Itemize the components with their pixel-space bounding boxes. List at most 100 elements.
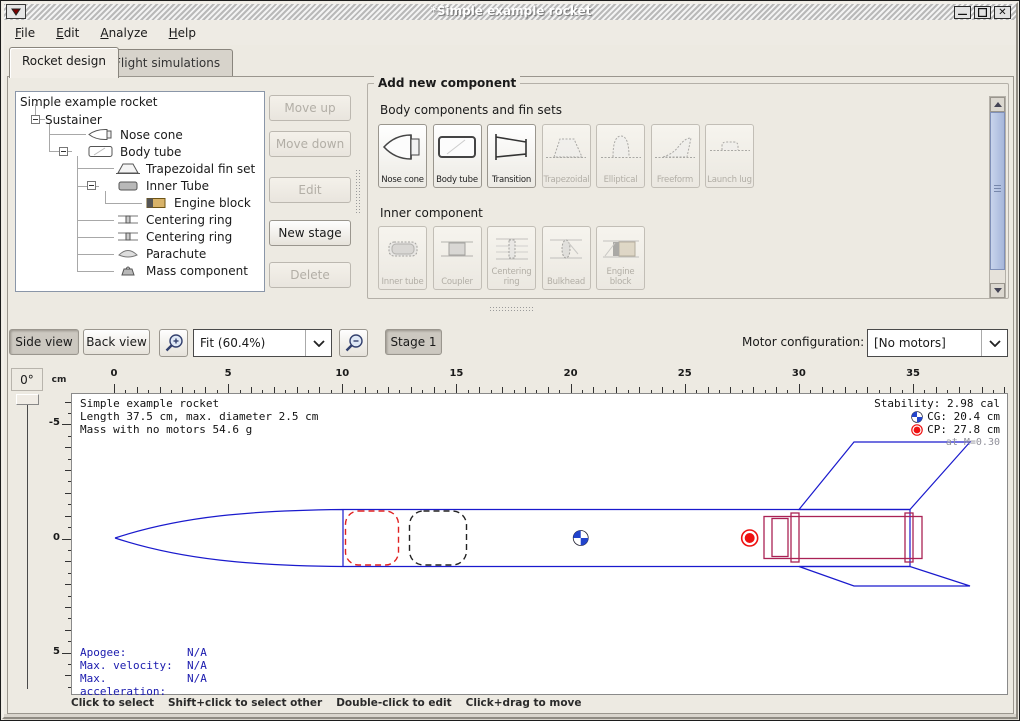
chevron-down-icon [981,330,1007,356]
menu-analyze[interactable]: Analyze [100,26,147,40]
cg-marker [573,531,588,546]
max-acceleration-value: N/A [187,672,207,698]
minimize-icon: — [958,10,968,20]
centering-ring-icon [488,232,535,266]
motor-configuration-value: [No motors] [868,336,981,350]
add-nose-cone-button[interactable]: Nose cone [378,124,427,188]
add-new-component-group: Add new component Body components and fi… [367,83,1009,299]
parachute-icon [116,247,140,260]
inner-tube-icon [116,179,140,192]
coupler-icon [434,232,481,266]
inner-component-label: Inner component [380,206,483,220]
add-bulkhead-button[interactable]: Bulkhead [542,226,591,290]
menu-edit[interactable]: Edit [56,26,79,40]
cp-marker [742,530,758,546]
tree-item-inner-tube[interactable]: Inner Tube [116,178,209,193]
add-transition-button[interactable]: Transition [487,124,536,188]
tree-item-trapezoidal-fin-set[interactable]: Trapezoidal fin set [116,161,255,176]
expander-body-tube[interactable] [59,147,68,156]
mass-component-outline [410,511,467,565]
tab-rocket-design[interactable]: Rocket design [9,47,119,78]
add-trapezoidal-fin-button[interactable]: Trapezoidal [542,124,591,188]
group-title: Add new component [374,76,520,90]
scroll-down-button[interactable] [990,283,1005,298]
component-tree[interactable]: Simple example rocket Sustainer Nose con… [15,91,265,292]
mass-component-icon [116,264,140,277]
tree-item-sustainer[interactable]: Sustainer [45,112,102,127]
menu-help[interactable]: Help [169,26,196,40]
rocket-canvas[interactable]: Simple example rocket Length 37.5 cm, ma… [71,393,1008,695]
horizontal-ruler: 05101520253035 [71,367,1008,393]
add-centering-ring-button[interactable]: Centering ring [487,226,536,290]
trapezoidal-fin-icon [543,130,590,164]
rotation-slider-track[interactable] [27,405,28,689]
cg-legend-icon [911,411,923,423]
inner-tube-icon [379,232,426,266]
zoom-out-button[interactable] [339,329,368,357]
titlebar: *Simple example rocket — ✕ [4,3,1018,20]
centering-ring-icon [116,213,140,226]
status-hint-drag: Click+drag to move [466,697,582,709]
add-freeform-fin-button[interactable]: Freeform [651,124,700,188]
rotation-angle-label: 0° [11,368,43,391]
flight-data-block: Apogee:N/A Max. velocity:N/A Max. accele… [80,646,207,698]
body-tube-icon [434,130,481,164]
tree-item-centering-ring-1[interactable]: Centering ring [116,212,232,227]
stage-1-toggle[interactable]: Stage 1 [385,329,442,355]
zoom-in-icon [164,333,184,353]
ruler-unit-label: cm [47,369,71,391]
scroll-down-icon [994,288,1002,293]
move-down-button[interactable]: Move down [269,131,351,157]
status-hint-shift-click: Shift+click to select other [168,697,322,709]
close-icon: ✕ [998,8,1006,18]
edit-button[interactable]: Edit [269,177,351,203]
apogee-label: Apogee: [80,646,187,659]
add-body-tube-button[interactable]: Body tube [433,124,482,188]
side-view-button[interactable]: Side view [9,329,79,355]
back-view-button[interactable]: Back view [83,329,150,355]
maximize-icon [978,8,987,17]
delete-button[interactable]: Delete [269,262,351,288]
zoom-in-button[interactable] [159,329,188,357]
centering-ring-icon [116,230,140,243]
add-inner-tube-button[interactable]: Inner tube [378,226,427,290]
scroll-up-button[interactable] [990,97,1005,112]
tree-item-parachute[interactable]: Parachute [116,246,206,261]
rocket-info-text: Simple example rocket Length 37.5 cm, ma… [80,397,318,436]
expander-inner-tube[interactable] [87,181,96,190]
vertical-ruler: -505 [47,393,71,696]
close-button[interactable]: ✕ [994,6,1011,19]
engine-block-icon [597,232,644,266]
tree-item-centering-ring-2[interactable]: Centering ring [116,229,232,244]
menu-file[interactable]: File [15,26,35,40]
maximize-button[interactable] [974,6,991,19]
expander-sustainer[interactable] [31,115,40,124]
rotation-slider-handle[interactable] [16,394,39,405]
engine-block-outline [772,519,788,557]
move-up-button[interactable]: Move up [269,95,351,121]
add-elliptical-fin-button[interactable]: Elliptical [596,124,645,188]
tab-flight-simulations[interactable]: Flight simulations [101,49,233,77]
fin-lower-outline [799,567,970,587]
vertical-splitter-handle[interactable] [355,169,361,215]
tree-item-engine-block[interactable]: Engine block [144,195,251,210]
scrollbar-thumb[interactable] [990,112,1005,270]
tree-item-body-tube[interactable]: Body tube [88,144,181,159]
minimize-button[interactable]: — [954,6,971,19]
component-panel-scrollbar[interactable] [989,96,1006,299]
add-launch-lug-button[interactable]: Launch lug [705,124,754,188]
zoom-level-combobox[interactable]: Fit (60.4%) [193,329,332,357]
tree-item-mass-component[interactable]: Mass component [116,263,248,278]
motor-configuration-combobox[interactable]: [No motors] [867,329,1008,357]
tree-item-nose-cone[interactable]: Nose cone [88,127,183,142]
menubar: File Edit Analyze Help [4,20,1018,45]
nose-cone-icon [88,128,114,141]
add-coupler-button[interactable]: Coupler [433,226,482,290]
new-stage-button[interactable]: New stage [269,220,351,246]
motor-configuration-label: Motor configuration: [742,335,864,349]
horizontal-splitter-handle[interactable] [489,306,535,313]
add-engine-block-button[interactable]: Engine block [596,226,645,290]
cg-text: CG: 20.4 cm [927,410,1000,423]
tree-item-rocket[interactable]: Simple example rocket [20,94,157,109]
body-tube-icon [88,145,114,158]
